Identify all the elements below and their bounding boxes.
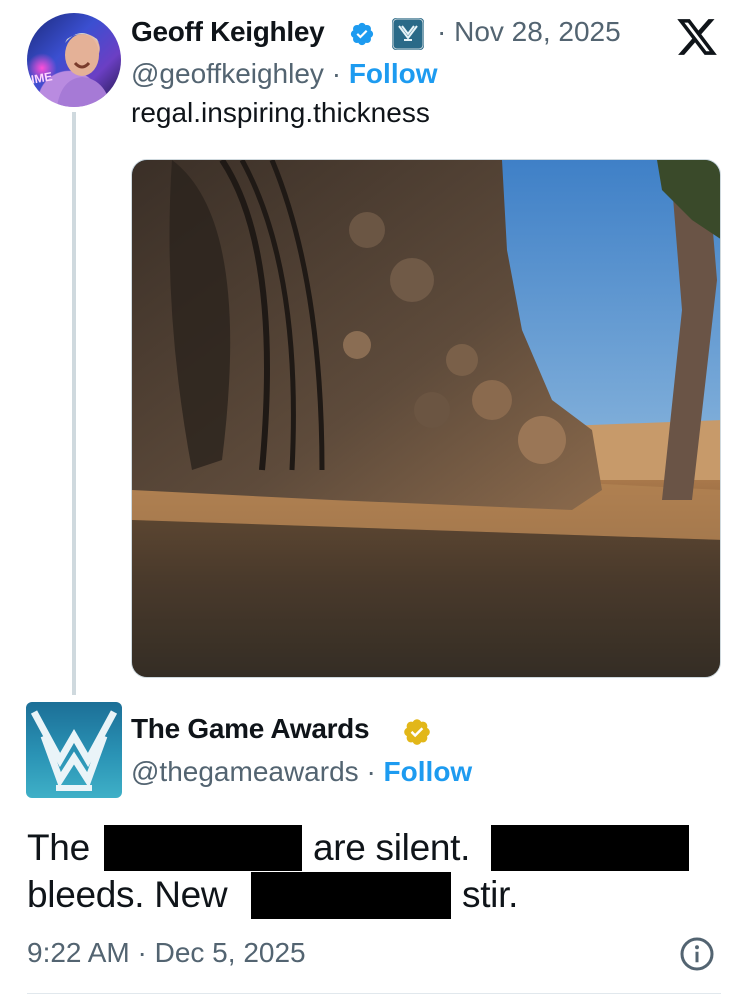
author-handle[interactable]: @geoffkeighley [131,58,324,89]
quote-text-the: The [27,827,90,868]
quoted-author-name[interactable]: The Game Awards [131,711,370,747]
quote-text-are-silent: are silent. [313,827,471,868]
quote-timestamp[interactable]: 9:22 AM · Dec 5, 2025 [27,935,306,971]
redaction-bar [491,825,689,871]
affiliate-badge-icon[interactable] [392,18,424,50]
x-logo-icon[interactable] [675,15,719,59]
redaction-bar [251,872,451,919]
follow-button[interactable]: Follow [349,58,438,89]
verified-gold-badge-icon [404,719,430,745]
verified-blue-badge-icon [350,22,374,46]
quoted-follow-button[interactable]: Follow [384,756,473,787]
handle-row: @geoffkeighley · Follow [131,56,437,92]
geoff-avatar[interactable]: IME [27,13,121,107]
separator-dot: · [366,756,376,787]
avatar-person-graphic [57,33,111,107]
quote-text-stir: stir. [462,874,519,915]
tweet-date[interactable]: · Nov 28, 2025 [437,14,621,50]
desert-monolith-scene [132,160,720,677]
info-icon[interactable] [679,936,715,972]
author-name[interactable]: Geoff Keighley [131,14,325,50]
quoted-author-handle[interactable]: @thegameawards [131,756,359,787]
bottom-divider [27,993,721,994]
quote-text-bleeds-new: bleeds. New [27,874,228,915]
tweet-text: regal.inspiring.thickness [131,97,430,128]
redaction-bar [104,825,302,871]
separator-dot: · [331,58,342,89]
quoted-handle-row: @thegameawards · Follow [131,754,472,790]
thread-line [72,112,76,695]
game-awards-avatar[interactable] [26,702,122,798]
tweet-media-image[interactable] [131,159,721,678]
game-awards-logo-icon [30,710,118,791]
